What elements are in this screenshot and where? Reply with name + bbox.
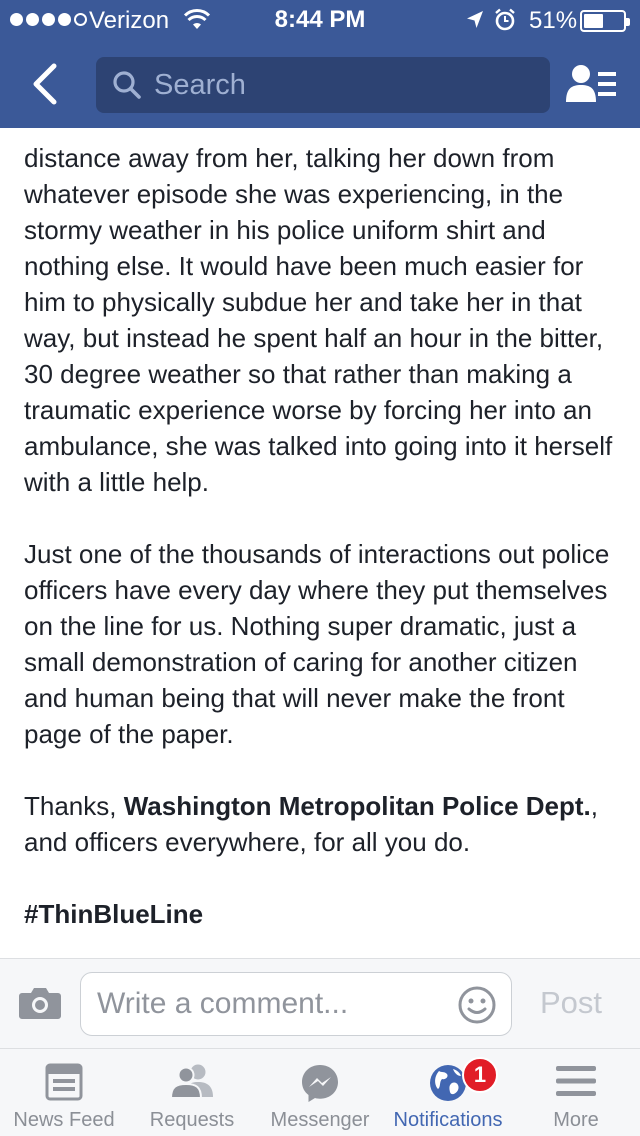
camera-icon[interactable] [18,986,62,1025]
notification-badge: 1 [462,1057,498,1093]
menu-icon [555,1063,597,1104]
post-comment-button[interactable]: Post [540,985,602,1021]
tab-bar: News Feed Requests Messenger 1 Notificat… [0,1048,640,1136]
messenger-icon [300,1063,340,1108]
hashtag-link[interactable]: #ThinBlueLine [24,899,203,929]
tab-label: Messenger [270,1109,370,1131]
thanks-prefix: Thanks, [24,791,124,821]
battery-icon [580,10,630,32]
alarm-icon [494,8,516,39]
comment-input[interactable] [97,973,447,1035]
location-arrow-icon [465,9,485,38]
friends-list-button[interactable] [566,62,618,108]
search-bar[interactable] [96,57,550,113]
friends-list-icon [566,65,616,102]
tab-more[interactable]: More [512,1049,640,1136]
tab-notifications[interactable]: 1 Notifications [384,1049,512,1136]
status-bar: Verizon 8:44 PM 51% [0,0,640,40]
tab-label: Requests [149,1109,235,1131]
battery-percent: 51% [529,7,578,34]
back-chevron-icon [33,63,57,105]
page-mention-link[interactable]: Washington Metropolitan Police Dept. [124,791,591,821]
tab-label: News Feed [13,1109,115,1131]
news-feed-icon [45,1063,83,1106]
battery-level [584,14,604,28]
comment-box [80,972,512,1036]
tab-label: Notifications [393,1109,503,1131]
post-thanks: Thanks, Washington Metropolitan Police D… [24,788,624,860]
emoji-icon[interactable] [457,985,497,1030]
tab-label: More [553,1109,599,1131]
back-button[interactable] [26,60,66,108]
tab-news-feed[interactable]: News Feed [0,1049,128,1136]
comment-bar: Post [0,958,640,1048]
search-input[interactable] [154,57,534,113]
search-icon [112,70,142,105]
post-paragraph: Just one of the thousands of interaction… [24,539,610,749]
top-bar: Verizon 8:44 PM 51% [0,0,640,128]
friend-requests-icon [169,1063,215,1104]
tab-messenger[interactable]: Messenger [256,1049,384,1136]
post-body: Xdistance away from her, talking her dow… [24,128,624,958]
tab-requests[interactable]: Requests [128,1049,256,1136]
post-paragraph: Xdistance away from her, talking her dow… [24,143,613,497]
